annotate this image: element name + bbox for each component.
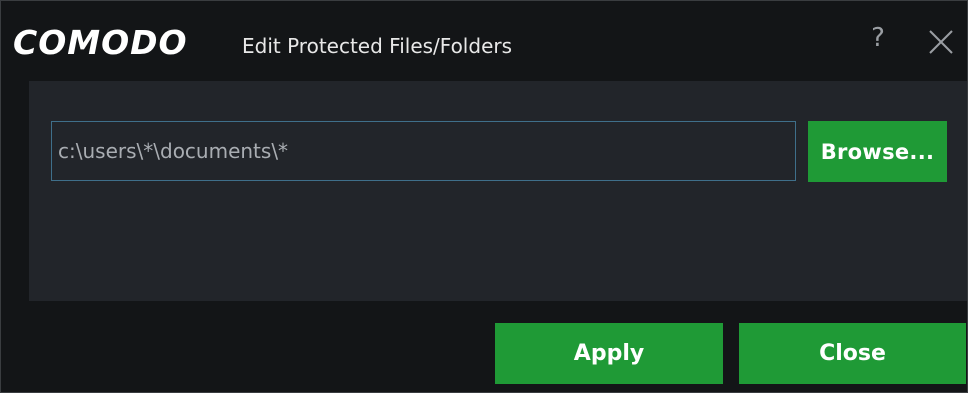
apply-button[interactable]: Apply (495, 323, 723, 384)
close-button[interactable]: Close (739, 323, 966, 384)
dialog-title: Edit Protected Files/Folders (242, 34, 513, 58)
close-icon[interactable] (926, 27, 956, 57)
content-panel: Browse... (29, 81, 967, 301)
edit-protected-files-dialog: COMODO Edit Protected Files/Folders ? Br… (0, 0, 968, 393)
browse-button[interactable]: Browse... (808, 121, 947, 182)
comodo-logo: COMODO (13, 23, 188, 62)
help-button[interactable]: ? (865, 23, 891, 53)
title-bar: COMODO Edit Protected Files/Folders ? (1, 1, 967, 71)
path-input[interactable] (51, 121, 796, 181)
